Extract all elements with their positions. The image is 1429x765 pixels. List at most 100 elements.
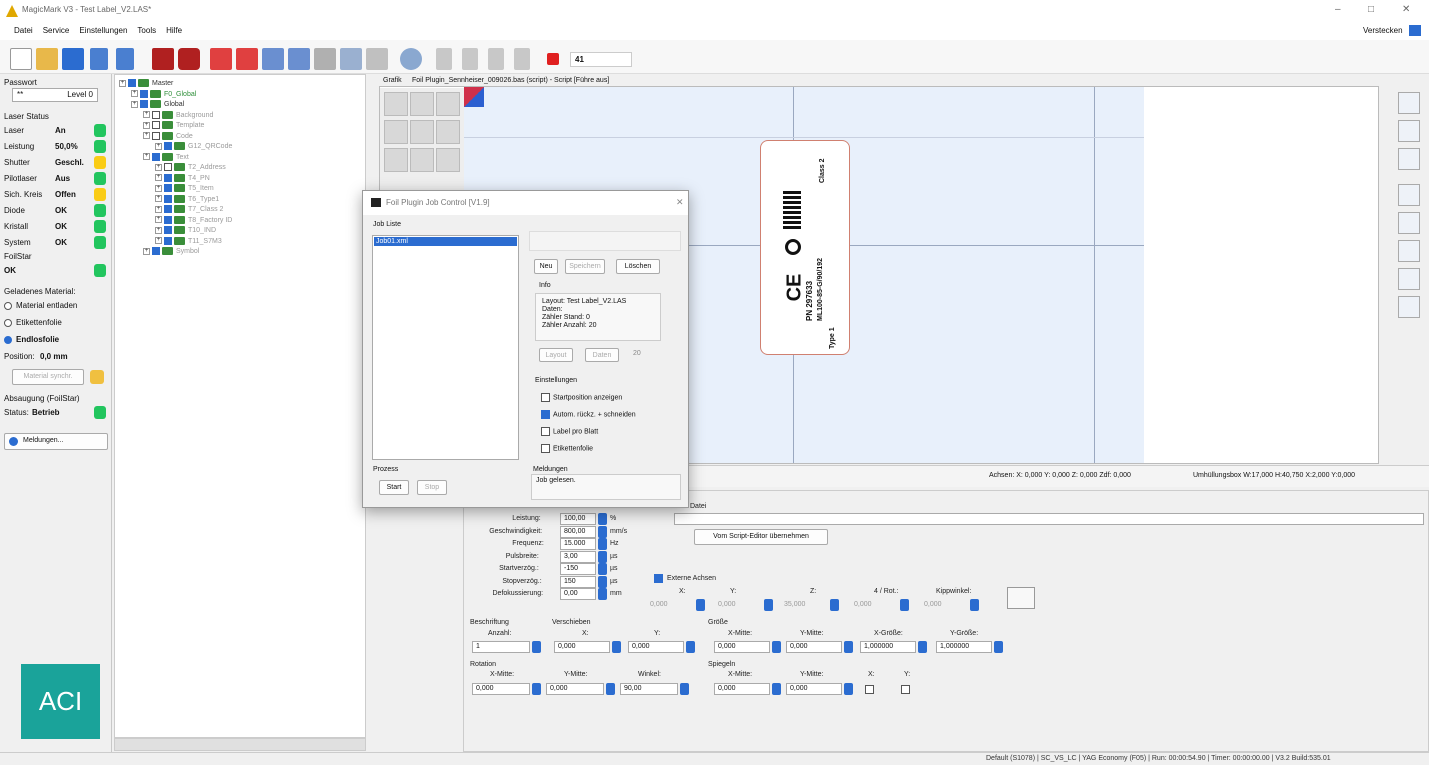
tree-item[interactable]: + Symbol <box>143 245 199 258</box>
menu-item[interactable]: Datei <box>14 26 33 35</box>
rotation-field-spinner[interactable] <box>680 683 689 695</box>
play-icon[interactable] <box>462 48 478 70</box>
expand-icon[interactable]: + <box>155 184 162 192</box>
mirror-x-checkbox[interactable] <box>865 685 874 694</box>
settings-option[interactable]: Label pro Blatt <box>541 427 598 437</box>
radio-icon[interactable] <box>4 301 12 310</box>
axis-value[interactable]: 0,000 <box>650 599 668 610</box>
layout-button[interactable]: Layout <box>539 348 573 362</box>
mirror-y-checkbox[interactable] <box>901 685 910 694</box>
material-option[interactable]: Endlosfolie <box>4 333 59 347</box>
axes-settings-icon[interactable] <box>1007 587 1035 609</box>
expand-icon[interactable]: + <box>155 216 162 224</box>
size-field[interactable]: 1,000000 <box>860 641 916 653</box>
circle-tool-icon[interactable] <box>410 148 434 172</box>
material-option[interactable]: Etikettenfolie <box>4 316 62 330</box>
settings-checkbox[interactable] <box>541 427 550 436</box>
record-icon[interactable] <box>178 48 200 70</box>
datei-field[interactable] <box>674 513 1424 525</box>
rotation-field[interactable]: 0,000 <box>546 683 604 695</box>
redo-icon[interactable] <box>116 48 134 70</box>
move-y-field[interactable]: 0,000 <box>628 641 684 653</box>
hatch-tool-icon[interactable] <box>384 92 408 116</box>
size-field-spinner[interactable] <box>772 641 781 653</box>
menu-item[interactable]: Service <box>43 26 70 35</box>
expand-icon[interactable]: + <box>143 132 150 140</box>
pause-icon[interactable] <box>488 48 504 70</box>
param-value[interactable]: 800,00 <box>560 525 596 538</box>
group-icon[interactable] <box>288 48 310 70</box>
param-value[interactable]: 3,00 <box>560 550 596 563</box>
expand-icon[interactable]: + <box>155 142 162 150</box>
radio-icon[interactable] <box>4 335 12 344</box>
move-x-field-spinner[interactable] <box>612 641 621 653</box>
param-spinner[interactable] <box>598 525 607 538</box>
stop-icon[interactable] <box>152 48 174 70</box>
expand-icon[interactable]: + <box>155 195 162 203</box>
axis-spinner[interactable] <box>900 599 909 611</box>
zoom-out-icon[interactable] <box>1398 212 1420 234</box>
grid-icon[interactable] <box>340 48 362 70</box>
tree-checkbox[interactable] <box>152 121 160 130</box>
settings-icon[interactable] <box>400 48 422 70</box>
hand-icon[interactable] <box>90 370 104 384</box>
move-y-field-spinner[interactable] <box>686 641 695 653</box>
expand-icon[interactable]: + <box>119 79 126 87</box>
settings-checkbox[interactable] <box>541 393 550 402</box>
axis-spinner[interactable] <box>764 599 773 611</box>
hide-button[interactable]: Verstecken <box>1363 26 1403 35</box>
expand-icon[interactable]: + <box>155 174 162 182</box>
tree-checkbox[interactable] <box>164 226 172 235</box>
tree-checkbox[interactable] <box>128 79 136 88</box>
axis-spinner[interactable] <box>696 599 705 611</box>
zoom-selection-icon[interactable] <box>1398 148 1420 170</box>
param-spinner[interactable] <box>598 563 607 575</box>
size-field-spinner[interactable] <box>918 641 927 653</box>
size-field-spinner[interactable] <box>844 641 853 653</box>
line-tool-icon[interactable] <box>410 92 434 116</box>
zoom-in-icon[interactable] <box>1398 92 1420 114</box>
param-value[interactable]: -150 <box>560 563 596 575</box>
delete-job-button[interactable]: Löschen <box>616 259 660 274</box>
param-spinner[interactable] <box>598 513 607 525</box>
plugin-icon[interactable] <box>210 48 232 70</box>
menu-item[interactable]: Hilfe <box>166 26 182 35</box>
grid-view-icon[interactable] <box>1398 296 1420 318</box>
tree-checkbox[interactable] <box>152 247 160 256</box>
label-preview[interactable]: CE Class 2 PN 297633 ML100-85-G/90/192 T… <box>760 140 850 355</box>
settings-option[interactable]: Autom. rückz. + schneiden <box>541 410 636 420</box>
tree-scrollbar[interactable] <box>114 738 366 751</box>
param-value[interactable]: 0,00 <box>560 588 596 600</box>
save-icon[interactable] <box>62 48 84 70</box>
axis-value[interactable]: 0,000 <box>854 599 872 610</box>
point-tool-icon[interactable] <box>436 92 460 116</box>
maximize-button[interactable]: □ <box>1368 4 1374 15</box>
rotation-field-spinner[interactable] <box>532 683 541 695</box>
axis-value[interactable]: 35,000 <box>784 599 805 610</box>
messages-button[interactable]: Meldungen... <box>4 433 108 450</box>
undo-icon[interactable] <box>90 48 108 70</box>
expand-icon[interactable]: + <box>155 237 162 245</box>
menu-item[interactable]: Tools <box>137 26 156 35</box>
rotation-field[interactable]: 0,000 <box>472 683 530 695</box>
rotation-field-spinner[interactable] <box>606 683 615 695</box>
settings-option[interactable]: Etikettenfolie <box>541 444 593 454</box>
axis-value[interactable]: 0,000 <box>924 599 942 610</box>
anzahl-field[interactable]: 1 <box>472 641 530 653</box>
rotation-field[interactable]: 90,00 <box>620 683 678 695</box>
new-file-icon[interactable] <box>10 48 32 70</box>
job-list-item[interactable]: Job01.xml <box>374 237 517 246</box>
tree-checkbox[interactable] <box>164 194 172 203</box>
expand-icon[interactable]: + <box>155 226 162 234</box>
size-field[interactable]: 0,000 <box>786 641 842 653</box>
expand-icon[interactable]: + <box>143 247 150 255</box>
tree-checkbox[interactable] <box>140 89 148 98</box>
layout-icon[interactable] <box>262 48 284 70</box>
expand-icon[interactable]: + <box>131 90 138 98</box>
arc-tool-icon[interactable] <box>436 120 460 144</box>
new-job-button[interactable]: Neu <box>534 259 558 274</box>
tree-checkbox[interactable] <box>164 236 172 245</box>
axis-spinner[interactable] <box>830 599 839 611</box>
tree-checkbox[interactable] <box>152 110 160 119</box>
settings-checkbox[interactable] <box>541 410 550 419</box>
